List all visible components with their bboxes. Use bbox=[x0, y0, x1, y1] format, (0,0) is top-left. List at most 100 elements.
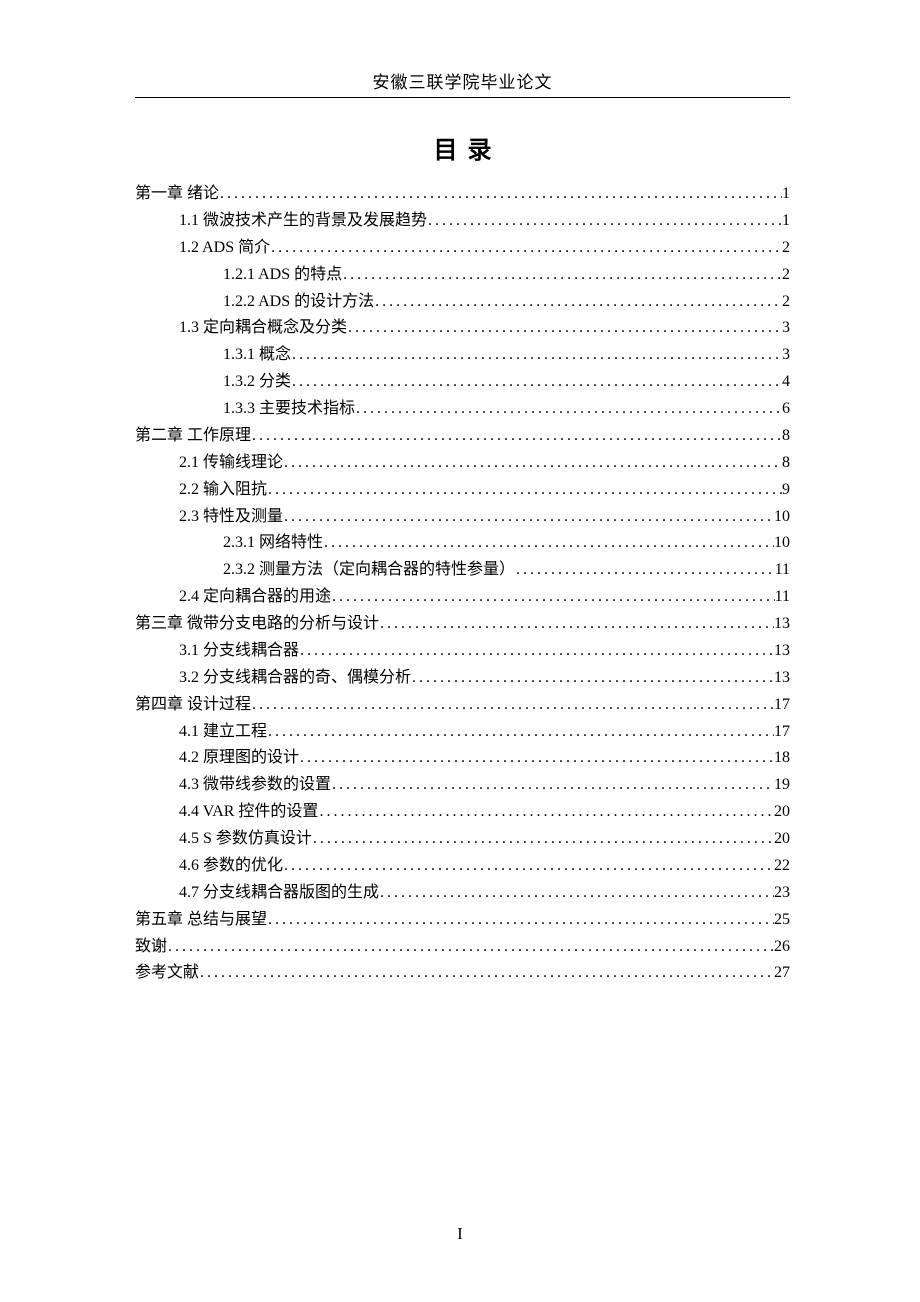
toc-entry: 4.3 微带线参数的设置19 bbox=[135, 772, 790, 799]
toc-leader-dots bbox=[379, 880, 774, 907]
toc-entry-page: 11 bbox=[775, 557, 790, 584]
toc-entry-page: 13 bbox=[774, 665, 790, 692]
toc-entry: 2.4 定向耦合器的用途11 bbox=[135, 584, 790, 611]
toc-leader-dots bbox=[219, 181, 782, 208]
toc-leader-dots bbox=[199, 960, 774, 987]
toc-entry-page: 27 bbox=[774, 960, 790, 987]
toc-entry-label: 1.3.2 分类 bbox=[223, 369, 291, 396]
toc-entry-page: 18 bbox=[774, 745, 790, 772]
toc-entry-page: 3 bbox=[782, 342, 790, 369]
toc-entry-page: 10 bbox=[774, 530, 790, 557]
toc-entry-label: 3.1 分支线耦合器 bbox=[179, 638, 299, 665]
toc-entry: 4.6 参数的优化22 bbox=[135, 853, 790, 880]
toc-entry-label: 1.2.2 ADS 的设计方法 bbox=[223, 289, 374, 316]
toc-entry-label: 3.2 分支线耦合器的奇、偶模分析 bbox=[179, 665, 411, 692]
toc-leader-dots bbox=[299, 745, 774, 772]
toc-entry: 4.2 原理图的设计 18 bbox=[135, 745, 790, 772]
toc-entry: 1.2 ADS 简介2 bbox=[135, 235, 790, 262]
toc-entry: 4.1 建立工程 17 bbox=[135, 719, 790, 746]
toc-entry-label: 2.4 定向耦合器的用途 bbox=[179, 584, 331, 611]
toc-entry: 参考文献27 bbox=[135, 960, 790, 987]
toc-entry-label: 4.2 原理图的设计 bbox=[179, 745, 299, 772]
toc-leader-dots bbox=[411, 665, 774, 692]
toc-leader-dots bbox=[267, 719, 774, 746]
toc-entry-label: 第五章 总结与展望 bbox=[135, 907, 267, 934]
toc-entry-page: 20 bbox=[774, 799, 790, 826]
running-header: 安徽三联学院毕业论文 bbox=[135, 68, 790, 97]
toc-entry: 第三章 微带分支电路的分析与设计13 bbox=[135, 611, 790, 638]
toc-entry-label: 2.1 传输线理论 bbox=[179, 450, 283, 477]
toc-entry-label: 2.3 特性及测量 bbox=[179, 504, 283, 531]
table-of-contents: 第一章 绪论11.1 微波技术产生的背景及发展趋势11.2 ADS 简介21.2… bbox=[135, 181, 790, 987]
toc-leader-dots bbox=[291, 369, 782, 396]
toc-entry-label: 1.2.1 ADS 的特点 bbox=[223, 262, 342, 289]
toc-entry-label: 4.1 建立工程 bbox=[179, 719, 267, 746]
toc-entry-page: 26 bbox=[774, 934, 790, 961]
toc-entry: 2.2 输入阻抗 9 bbox=[135, 477, 790, 504]
toc-leader-dots bbox=[283, 853, 774, 880]
toc-leader-dots bbox=[251, 692, 774, 719]
toc-leader-dots bbox=[331, 772, 774, 799]
toc-entry: 2.1 传输线理论 8 bbox=[135, 450, 790, 477]
toc-entry: 4.4 VAR 控件的设置20 bbox=[135, 799, 790, 826]
toc-entry-page: 4 bbox=[782, 369, 790, 396]
toc-entry-label: 2.3.1 网络特性 bbox=[223, 530, 323, 557]
toc-leader-dots bbox=[251, 423, 782, 450]
toc-entry-label: 1.3 定向耦合概念及分类 bbox=[179, 315, 347, 342]
toc-entry-page: 23 bbox=[774, 880, 790, 907]
toc-leader-dots bbox=[323, 530, 774, 557]
toc-entry-page: 25 bbox=[774, 907, 790, 934]
toc-entry: 2.3.1 网络特性 10 bbox=[135, 530, 790, 557]
toc-entry: 1.3.1 概念 3 bbox=[135, 342, 790, 369]
toc-leader-dots bbox=[331, 584, 775, 611]
toc-leader-dots bbox=[167, 934, 774, 961]
toc-entry-page: 22 bbox=[774, 853, 790, 880]
toc-entry: 3.2 分支线耦合器的奇、偶模分析 13 bbox=[135, 665, 790, 692]
toc-entry: 1.2.2 ADS 的设计方法 2 bbox=[135, 289, 790, 316]
toc-entry: 1.3.2 分类 4 bbox=[135, 369, 790, 396]
toc-leader-dots bbox=[347, 315, 782, 342]
toc-entry-page: 2 bbox=[782, 235, 790, 262]
toc-entry-label: 1.3.1 概念 bbox=[223, 342, 291, 369]
toc-entry-page: 1 bbox=[782, 208, 790, 235]
toc-entry: 2.3 特性及测量10 bbox=[135, 504, 790, 531]
toc-entry: 1.1 微波技术产生的背景及发展趋势 1 bbox=[135, 208, 790, 235]
toc-leader-dots bbox=[267, 907, 774, 934]
toc-entry-label: 1.1 微波技术产生的背景及发展趋势 bbox=[179, 208, 427, 235]
toc-entry-label: 第二章 工作原理 bbox=[135, 423, 251, 450]
document-page: 安徽三联学院毕业论文 目录 第一章 绪论11.1 微波技术产生的背景及发展趋势1… bbox=[0, 0, 920, 987]
toc-entry-page: 17 bbox=[774, 692, 790, 719]
toc-leader-dots bbox=[312, 826, 774, 853]
toc-entry-label: 4.7 分支线耦合器版图的生成 bbox=[179, 880, 379, 907]
toc-entry-page: 20 bbox=[774, 826, 790, 853]
toc-entry-page: 13 bbox=[774, 611, 790, 638]
toc-entry-page: 2 bbox=[782, 262, 790, 289]
toc-entry: 1.3.3 主要技术指标6 bbox=[135, 396, 790, 423]
toc-entry: 第二章 工作原理8 bbox=[135, 423, 790, 450]
toc-leader-dots bbox=[283, 450, 782, 477]
toc-entry-page: 19 bbox=[774, 772, 790, 799]
header-rule bbox=[135, 97, 790, 98]
toc-entry-label: 4.5 S 参数仿真设计 bbox=[179, 826, 312, 853]
toc-leader-dots bbox=[267, 477, 782, 504]
toc-entry-label: 1.3.3 主要技术指标 bbox=[223, 396, 355, 423]
toc-entry-page: 17 bbox=[774, 719, 790, 746]
toc-entry: 4.7 分支线耦合器版图的生成 23 bbox=[135, 880, 790, 907]
toc-entry-label: 第四章 设计过程 bbox=[135, 692, 251, 719]
toc-entry-page: 13 bbox=[774, 638, 790, 665]
toc-entry-page: 9 bbox=[782, 477, 790, 504]
toc-leader-dots bbox=[355, 396, 782, 423]
toc-entry: 3.1 分支线耦合器 13 bbox=[135, 638, 790, 665]
page-number-footer: I bbox=[0, 1224, 920, 1244]
toc-entry-label: 2.2 输入阻抗 bbox=[179, 477, 267, 504]
toc-leader-dots bbox=[270, 235, 782, 262]
toc-title: 目录 bbox=[135, 130, 790, 165]
toc-leader-dots bbox=[299, 638, 774, 665]
toc-entry-label: 第一章 绪论 bbox=[135, 181, 219, 208]
toc-leader-dots bbox=[342, 262, 782, 289]
toc-entry-page: 8 bbox=[782, 450, 790, 477]
toc-entry-page: 2 bbox=[782, 289, 790, 316]
toc-leader-dots bbox=[374, 289, 782, 316]
toc-entry-page: 3 bbox=[782, 315, 790, 342]
toc-entry: 4.5 S 参数仿真设计 20 bbox=[135, 826, 790, 853]
